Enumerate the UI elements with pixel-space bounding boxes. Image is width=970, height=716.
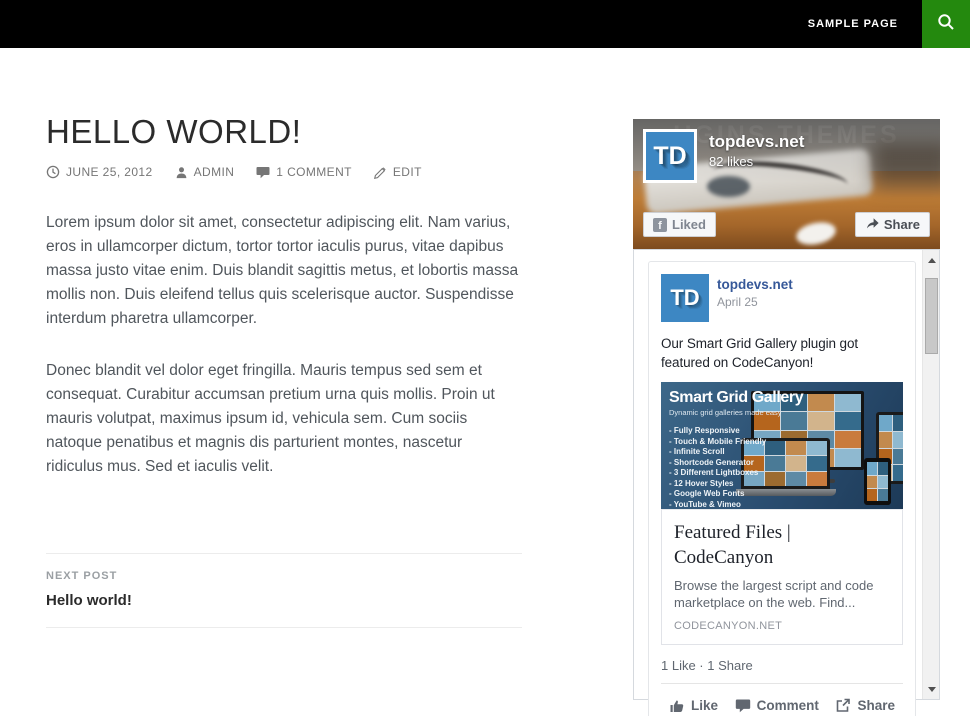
fb-page-name[interactable]: topdevs.net — [709, 132, 804, 152]
pencil-icon — [374, 166, 387, 179]
fb-post-date-link[interactable]: April 25 — [717, 295, 793, 309]
post-navigation: NEXT POST Hello world! — [46, 553, 522, 628]
comment-button[interactable]: Comment — [735, 698, 819, 713]
link-card-title[interactable]: Featured Files | CodeCanyon — [674, 520, 890, 570]
banner-image: Smart Grid Gallery Dynamic grid gallerie… — [661, 382, 903, 509]
search-button[interactable] — [922, 0, 970, 48]
nav-item-sample-page[interactable]: SAMPLE PAGE — [784, 0, 922, 48]
person-icon — [175, 166, 188, 179]
scrollbar-thumb[interactable] — [925, 278, 938, 354]
liked-button[interactable]: f Liked — [643, 212, 716, 237]
fb-page-avatar[interactable]: TD — [643, 129, 697, 183]
next-post-link[interactable]: Hello world! — [46, 592, 522, 609]
page: SAMPLE PAGE HELLO WORLD! JUNE 25, 2012 A… — [0, 0, 970, 716]
divider — [46, 553, 522, 554]
link-card: Featured Files | CodeCanyon Browse the l… — [661, 509, 903, 645]
facebook-icon: f — [653, 218, 667, 232]
thumbs-up-icon — [669, 698, 685, 713]
meta-date[interactable]: JUNE 25, 2012 — [46, 165, 153, 179]
top-nav-bar: SAMPLE PAGE — [0, 0, 970, 48]
share-arrow-icon — [865, 217, 879, 233]
fb-timeline: TD topdevs.net April 25 Our Smart Grid G… — [633, 249, 940, 700]
scroll-down-icon[interactable] — [923, 681, 940, 697]
fb-post-author-link[interactable]: topdevs.net — [717, 277, 793, 292]
share-button[interactable]: Share — [835, 698, 895, 713]
page-title: HELLO WORLD! — [46, 110, 522, 154]
fb-cover: UGINS THEMES TD topdevs.net 82 likes f L… — [633, 119, 940, 249]
fb-post-card: TD topdevs.net April 25 Our Smart Grid G… — [648, 261, 916, 716]
fb-post-actions: Like Comment Share — [661, 684, 903, 716]
share-box-icon — [835, 698, 851, 713]
like-button[interactable]: Like — [669, 698, 718, 713]
meta-comments[interactable]: 1 COMMENT — [256, 165, 352, 179]
scroll-up-icon[interactable] — [923, 252, 940, 268]
post-paragraph: Lorem ipsum dolor sit amet, consectetur … — [46, 211, 522, 331]
article-column: HELLO WORLD! JUNE 25, 2012 ADMIN 1 COMME… — [46, 110, 522, 628]
widget-scrollbar[interactable] — [922, 250, 939, 699]
divider — [46, 627, 522, 628]
meta-author[interactable]: ADMIN — [175, 165, 235, 179]
comment-icon — [735, 698, 751, 713]
fb-post-header: TD topdevs.net April 25 — [661, 274, 903, 322]
share-page-button[interactable]: Share — [855, 212, 930, 237]
meta-edit[interactable]: EDIT — [374, 165, 422, 179]
link-card-description: Browse the largest script and code marke… — [674, 577, 890, 611]
link-preview[interactable]: Smart Grid Gallery Dynamic grid gallerie… — [661, 382, 903, 645]
fb-post-avatar[interactable]: TD — [661, 274, 709, 322]
post-meta: JUNE 25, 2012 ADMIN 1 COMMENT EDIT — [46, 165, 522, 179]
banner-title: Smart Grid Gallery — [669, 389, 803, 407]
search-icon — [936, 12, 956, 37]
banner-feature-list: - Fully Responsive - Touch & Mobile Frie… — [669, 426, 803, 509]
facebook-page-widget: UGINS THEMES TD topdevs.net 82 likes f L… — [633, 119, 940, 700]
next-post-label: NEXT POST — [46, 570, 522, 582]
link-card-domain: CODECANYON.NET — [674, 620, 890, 632]
banner-phone — [864, 458, 891, 505]
comment-bubble-icon — [256, 166, 270, 179]
clock-icon — [46, 165, 60, 179]
post-paragraph: Donec blandit vel dolor eget fringilla. … — [46, 359, 522, 479]
fb-post-stats[interactable]: 1 Like · 1 Share — [661, 658, 903, 673]
fb-post-text: Our Smart Grid Gallery plugin got featur… — [661, 334, 903, 372]
fb-page-likes: 82 likes — [709, 154, 753, 169]
banner-subtitle: Dynamic grid galleries made easy — [669, 408, 803, 417]
